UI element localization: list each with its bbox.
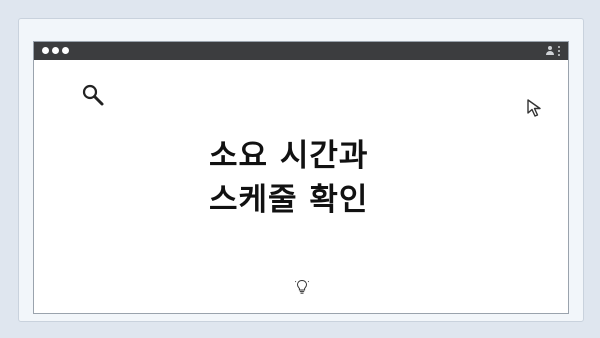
window-control-dot[interactable] <box>62 47 69 54</box>
search-icon <box>82 84 104 106</box>
headline-line-1: 소요 시간과 <box>209 138 369 174</box>
browser-window: 소요 시간과 스케줄 확인 <box>33 41 569 314</box>
lightbulb-icon <box>295 279 309 294</box>
titlebar-actions <box>546 45 560 56</box>
window-controls <box>42 47 69 54</box>
cursor-icon <box>527 99 541 117</box>
page-headline: 소요 시간과 스케줄 확인 <box>209 134 368 222</box>
avatar-icon[interactable] <box>546 45 554 56</box>
window-control-dot[interactable] <box>42 47 49 54</box>
more-vertical-icon[interactable] <box>558 45 560 56</box>
window-control-dot[interactable] <box>52 47 59 54</box>
window-titlebar <box>34 42 568 60</box>
headline-line-2: 스케줄 확인 <box>209 182 369 218</box>
